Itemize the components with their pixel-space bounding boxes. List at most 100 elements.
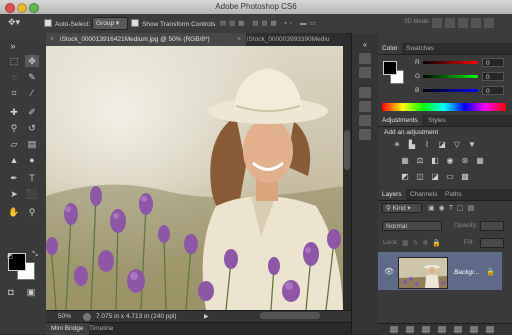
blend-mode-dropdown[interactable]: Normal bbox=[382, 221, 442, 231]
clone-source-panel-icon[interactable] bbox=[359, 129, 371, 140]
layer-style-icon[interactable] bbox=[406, 326, 414, 333]
selective-color-icon[interactable]: ▩ bbox=[460, 172, 470, 181]
toolbox-collapse-icon[interactable]: » bbox=[6, 40, 20, 52]
curves-icon[interactable]: ⌇ bbox=[422, 140, 432, 149]
gradient-map-2-icon[interactable]: ▭ bbox=[445, 172, 455, 181]
brush-tool-icon[interactable]: ✐ bbox=[25, 106, 39, 118]
channel-mixer-icon[interactable]: ⊛ bbox=[460, 156, 470, 165]
horizontal-scroll-thumb[interactable] bbox=[260, 312, 320, 319]
tab-mini-bridge[interactable]: Mini Bridge bbox=[46, 323, 89, 335]
status-info-icon[interactable] bbox=[83, 313, 91, 321]
history-panel-icon[interactable] bbox=[359, 53, 371, 64]
collapse-icons-icon[interactable]: « bbox=[359, 39, 371, 50]
vibrance-icon[interactable]: ▽ bbox=[452, 140, 462, 149]
gradient-map-icon[interactable]: ▼ bbox=[467, 140, 477, 149]
tab-layers[interactable]: Layers bbox=[378, 189, 406, 200]
tab-adjustments[interactable]: Adjustments bbox=[378, 115, 422, 126]
delete-layer-icon[interactable] bbox=[486, 326, 494, 333]
eraser-tool-icon[interactable]: ▱ bbox=[7, 138, 21, 150]
healing-brush-tool-icon[interactable]: ✚ bbox=[7, 106, 21, 118]
color-spectrum-bar[interactable] bbox=[382, 103, 506, 111]
quick-select-tool-icon[interactable]: ✎ bbox=[25, 71, 39, 83]
close-tab-icon[interactable]: × bbox=[237, 33, 241, 46]
clone-stamp-tool-icon[interactable]: ⚲ bbox=[7, 122, 21, 134]
lasso-tool-icon[interactable]: ◌ bbox=[7, 71, 21, 83]
vertical-scroll-thumb[interactable] bbox=[344, 130, 350, 170]
channel-b-slider[interactable] bbox=[423, 89, 478, 92]
hand-tool-icon[interactable]: ✋ bbox=[7, 206, 21, 218]
posterize-icon[interactable]: ◫ bbox=[415, 172, 425, 181]
layer-name[interactable]: Backgr... bbox=[454, 269, 479, 276]
shape-tool-icon[interactable]: ⬛ bbox=[25, 188, 39, 200]
channel-r-value[interactable]: 0 bbox=[482, 58, 504, 67]
move-tool-preset-icon[interactable]: ✥▾ bbox=[8, 17, 20, 28]
layer-filter-icons[interactable]: ▣◉T▢▤ bbox=[428, 204, 478, 212]
link-layers-icon[interactable] bbox=[390, 326, 398, 333]
channel-r-slider[interactable] bbox=[423, 61, 478, 64]
new-group-icon[interactable] bbox=[454, 326, 462, 333]
layer-filter-dropdown[interactable]: ⚲ Kind ▾ bbox=[382, 203, 422, 213]
screen-mode-icon[interactable]: ▣ bbox=[24, 286, 38, 298]
channel-g-slider[interactable] bbox=[423, 75, 478, 78]
threshold-icon[interactable]: ◪ bbox=[430, 172, 440, 181]
tab-channels[interactable]: Channels bbox=[406, 189, 441, 200]
color-lookup-icon[interactable]: ▦ bbox=[475, 156, 485, 165]
gradient-tool-icon[interactable]: ▤ bbox=[25, 138, 39, 150]
photo-filter-icon[interactable]: ◉ bbox=[445, 156, 455, 165]
adjustment-layer-icon[interactable] bbox=[438, 326, 446, 333]
3d-rotate-icon[interactable] bbox=[432, 18, 442, 28]
document-canvas[interactable] bbox=[46, 46, 343, 310]
fill-input[interactable] bbox=[480, 238, 504, 248]
opacity-input[interactable] bbox=[480, 221, 504, 231]
type-tool-icon[interactable]: T bbox=[25, 172, 39, 184]
brush-panel-icon[interactable] bbox=[359, 115, 371, 126]
history-brush-tool-icon[interactable]: ↺ bbox=[25, 122, 39, 134]
3d-pan-icon[interactable] bbox=[458, 18, 468, 28]
path-select-tool-icon[interactable]: ➤ bbox=[7, 188, 21, 200]
move-tool-icon[interactable]: ✥ bbox=[25, 55, 39, 67]
brightness-contrast-icon[interactable]: ☀ bbox=[392, 140, 402, 149]
layer-visibility-icon[interactable]: 👁 bbox=[384, 267, 394, 276]
vertical-scrollbar[interactable] bbox=[343, 46, 351, 310]
hue-saturation-icon[interactable]: ▦ bbox=[400, 156, 410, 165]
layer-mask-icon[interactable] bbox=[422, 326, 430, 333]
document-tab-active[interactable]: × iStock_000013916421Medium.jpg @ 50% (R… bbox=[46, 33, 246, 46]
auto-select-checkbox[interactable]: Auto-Select: bbox=[44, 19, 90, 28]
invert-icon[interactable]: ◩ bbox=[400, 172, 410, 181]
color-balance-icon[interactable]: ⚖ bbox=[415, 156, 425, 165]
3d-scale-icon[interactable] bbox=[484, 18, 494, 28]
crop-tool-icon[interactable]: ⌗ bbox=[7, 87, 21, 99]
channel-b-value[interactable]: 0 bbox=[482, 86, 504, 95]
quick-mask-icon[interactable]: ◘ bbox=[4, 286, 18, 298]
tab-color[interactable]: Color bbox=[378, 43, 402, 54]
align-icons[interactable]: ▤▥▦ ▧▨▩ ▪▫ ▬▭ bbox=[220, 19, 319, 27]
swap-colors-icon[interactable]: ⤡ bbox=[28, 249, 42, 261]
blur-tool-icon[interactable]: ▲ bbox=[7, 154, 21, 166]
document-tab[interactable]: × iStock_000003993390Mediu bbox=[233, 33, 360, 46]
black-white-icon[interactable]: ◧ bbox=[430, 156, 440, 165]
eyedropper-tool-icon[interactable]: ⁄ bbox=[25, 87, 39, 99]
show-transform-checkbox[interactable]: Show Transform Controls bbox=[131, 19, 215, 28]
tab-swatches[interactable]: Swatches bbox=[402, 43, 438, 54]
paragraph-panel-icon[interactable] bbox=[359, 101, 371, 112]
marquee-tool-icon[interactable]: ⬚ bbox=[7, 55, 21, 67]
tab-timeline[interactable]: Timeline bbox=[84, 323, 118, 335]
tab-paths[interactable]: Paths bbox=[441, 189, 466, 200]
close-tab-icon[interactable]: × bbox=[50, 33, 54, 46]
default-colors-icon[interactable]: ◩ bbox=[3, 251, 17, 263]
pen-tool-icon[interactable]: ✒ bbox=[7, 172, 21, 184]
color-fg-swatch[interactable] bbox=[383, 61, 397, 75]
levels-icon[interactable]: ▙ bbox=[407, 140, 417, 149]
3d-slide-icon[interactable] bbox=[471, 18, 481, 28]
character-panel-icon[interactable] bbox=[359, 87, 371, 98]
tab-styles[interactable]: Styles bbox=[424, 115, 450, 126]
dodge-tool-icon[interactable]: ● bbox=[25, 154, 39, 166]
lock-icons[interactable]: ▦✎✥🔒 bbox=[402, 239, 445, 247]
auto-select-dropdown[interactable]: Group ▾ bbox=[92, 17, 128, 30]
actions-panel-icon[interactable] bbox=[359, 67, 371, 78]
3d-roll-icon[interactable] bbox=[445, 18, 455, 28]
zoom-tool-icon[interactable]: ⚲ bbox=[25, 206, 39, 218]
new-layer-icon[interactable] bbox=[470, 326, 478, 333]
channel-g-value[interactable]: 0 bbox=[482, 72, 504, 81]
exposure-icon[interactable]: ◪ bbox=[437, 140, 447, 149]
